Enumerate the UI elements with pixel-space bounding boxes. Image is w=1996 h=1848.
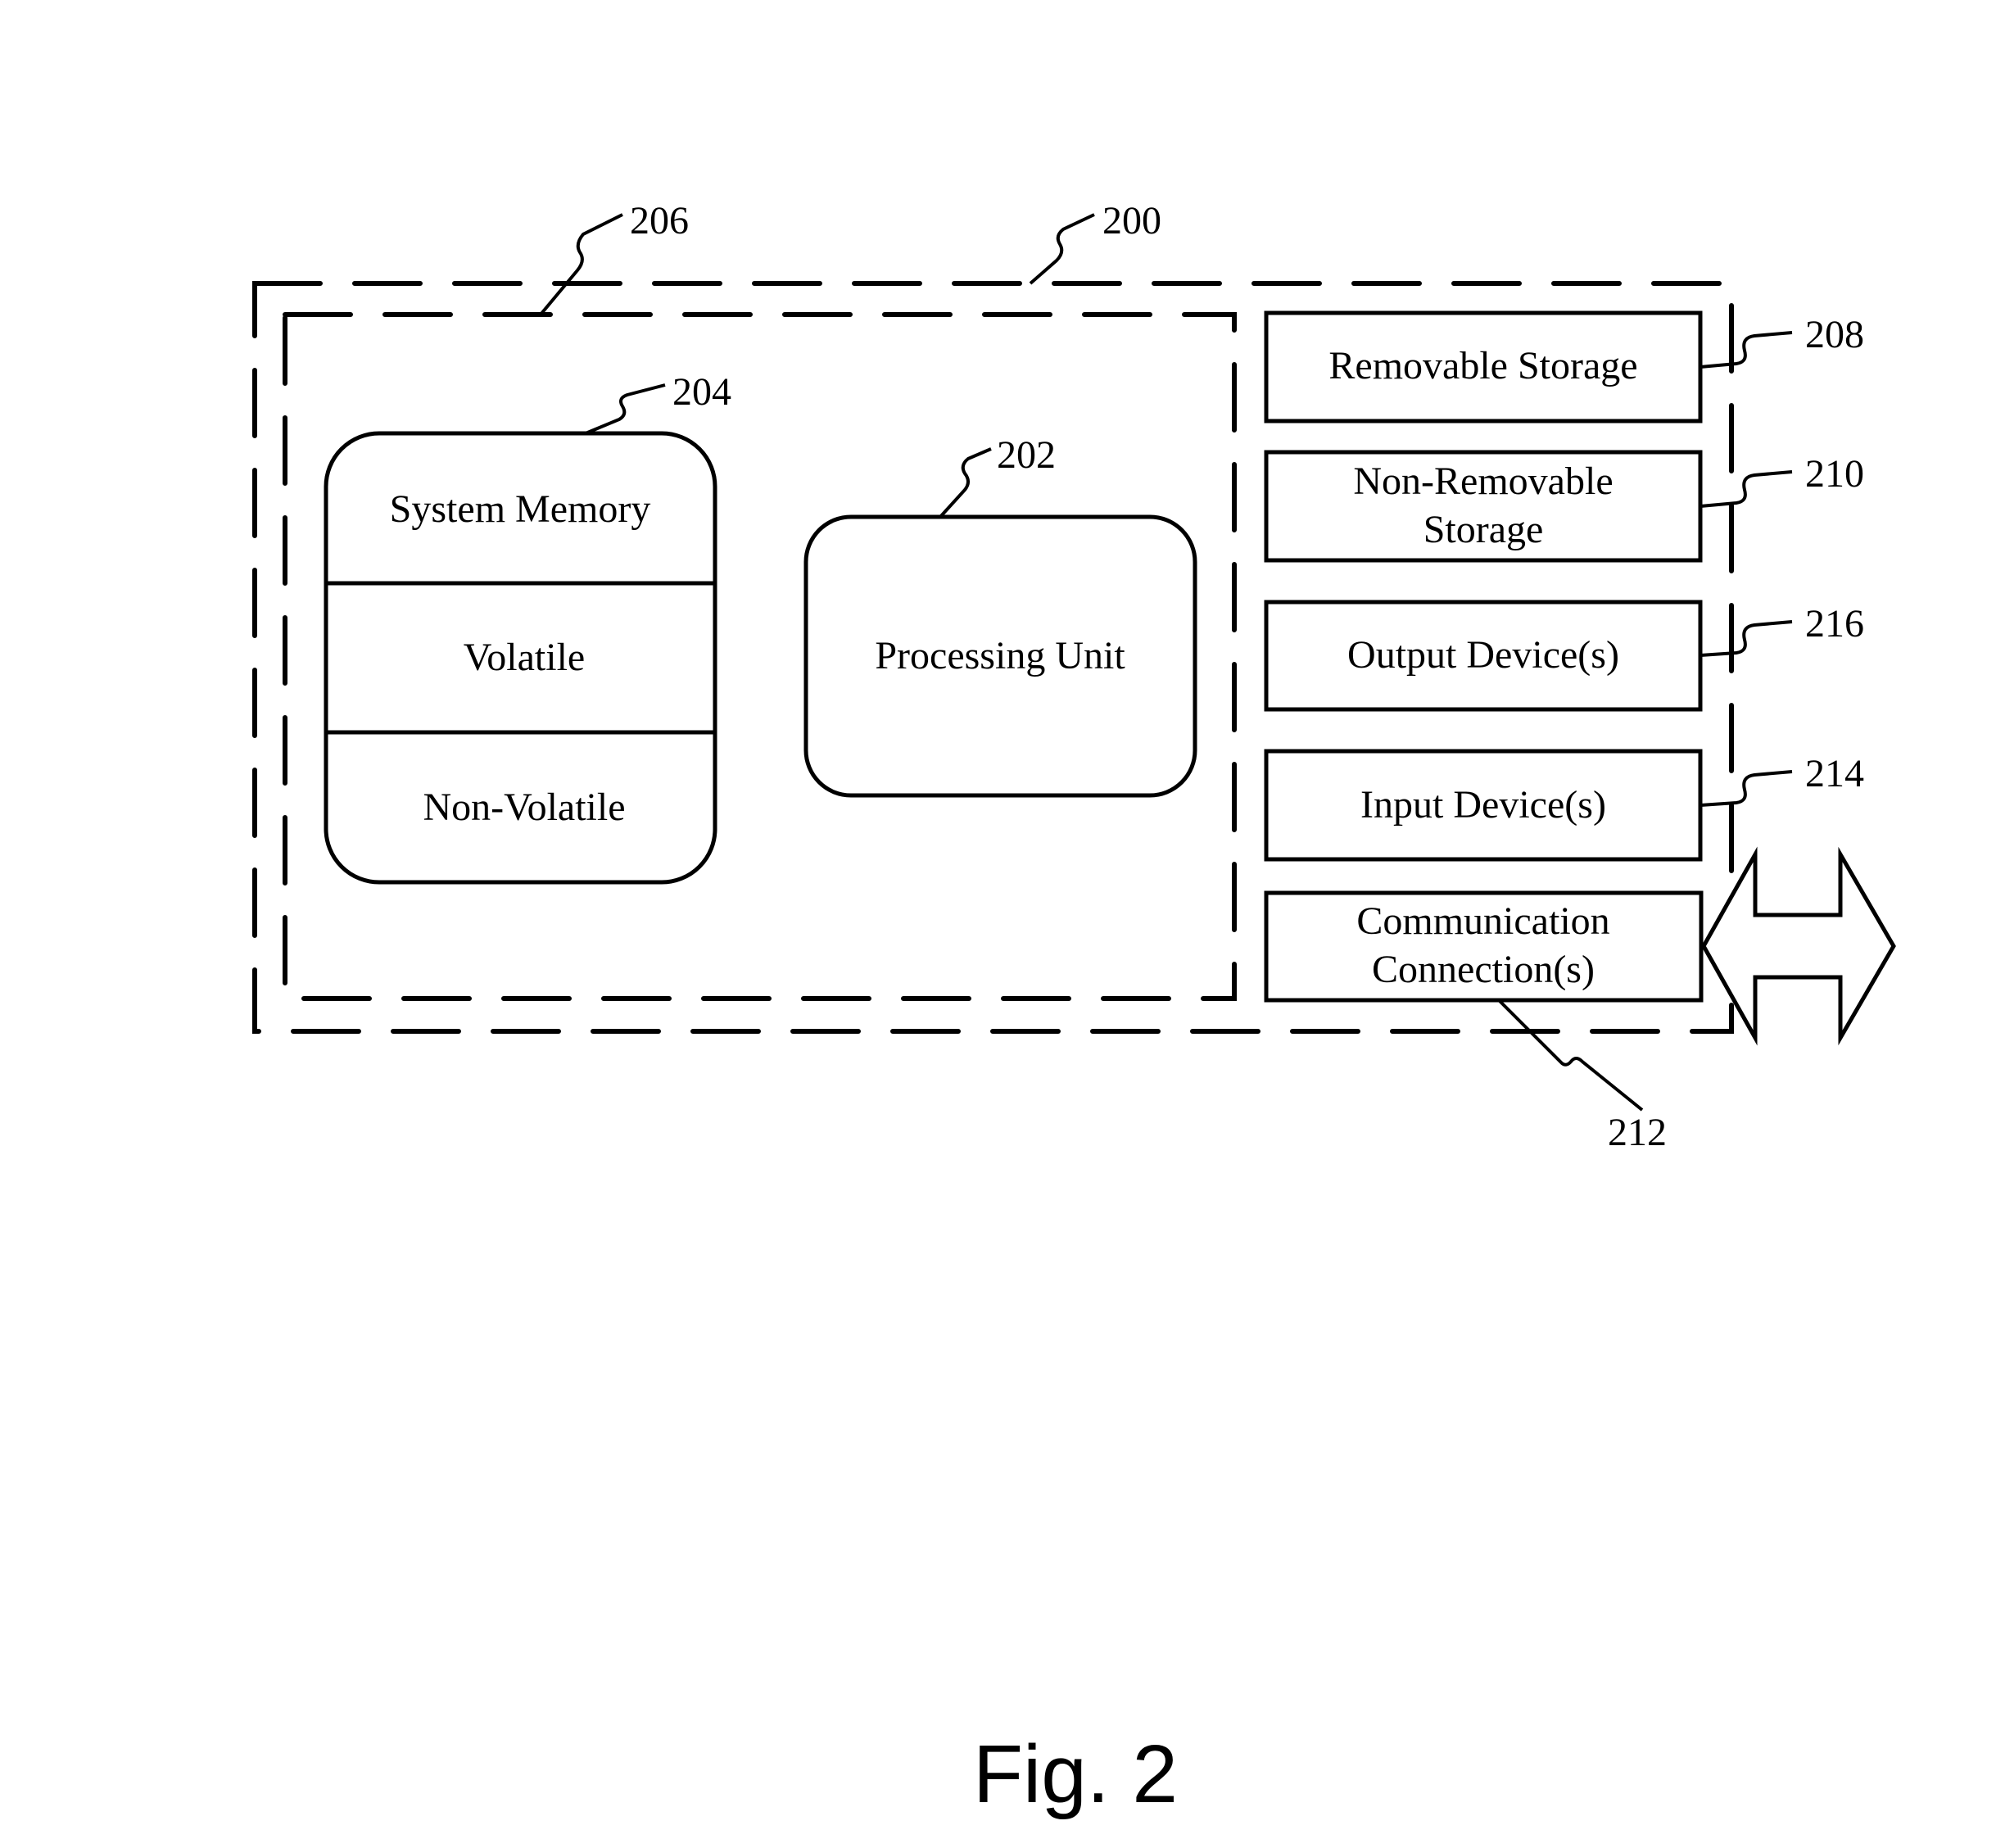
- communication-connections-label-line1: Communication: [1356, 899, 1609, 943]
- figure-caption: Fig. 2: [973, 1728, 1178, 1820]
- leader-200: [1029, 213, 1095, 285]
- communication-connections-label-line2: Connection(s): [1372, 948, 1595, 991]
- processing-unit-block[interactable]: Processing Unit: [803, 514, 1197, 798]
- leader-206: [539, 213, 623, 316]
- leader-212: [1497, 999, 1644, 1112]
- leader-202: [939, 447, 992, 519]
- ref-numeral-204: 204: [672, 370, 731, 414]
- leader-208: [1700, 331, 1793, 369]
- ref-numeral-216: 216: [1805, 602, 1864, 645]
- diagram-canvas: System Memory Volatile Non-Volatile Proc…: [252, 199, 1896, 1820]
- output-devices-block[interactable]: Output Device(s): [1264, 600, 1703, 712]
- ref-numeral-200: 200: [1102, 199, 1161, 242]
- volatile-memory-label: Volatile: [464, 636, 585, 679]
- ref-numeral-210: 210: [1805, 452, 1864, 496]
- removable-storage-block[interactable]: Removable Storage: [1264, 310, 1703, 424]
- processing-unit-label: Processing Unit: [875, 634, 1125, 677]
- leader-210: [1700, 470, 1793, 508]
- input-devices-label: Input Device(s): [1360, 783, 1606, 827]
- ref-numeral-202: 202: [997, 433, 1056, 477]
- leader-214: [1700, 770, 1793, 807]
- ref-numeral-208: 208: [1805, 313, 1864, 356]
- non-removable-storage-block[interactable]: Non-Removable Storage: [1264, 450, 1703, 563]
- ref-numeral-206: 206: [630, 199, 689, 242]
- non-removable-storage-label-line1: Non-Removable: [1353, 460, 1613, 503]
- ref-numeral-214: 214: [1805, 752, 1864, 795]
- communication-connections-block[interactable]: Communication Connection(s): [1264, 890, 1704, 1003]
- non-volatile-memory-label: Non-Volatile: [423, 786, 625, 829]
- leader-216: [1700, 620, 1793, 657]
- ref-numeral-212: 212: [1608, 1111, 1667, 1154]
- leader-204: [585, 383, 666, 435]
- input-devices-block[interactable]: Input Device(s): [1264, 749, 1703, 862]
- removable-storage-label: Removable Storage: [1328, 344, 1637, 387]
- system-memory-label: System Memory: [390, 487, 651, 531]
- non-removable-storage-label-line2: Storage: [1423, 508, 1544, 551]
- system-memory-block[interactable]: System Memory Volatile Non-Volatile: [324, 431, 717, 885]
- output-devices-label: Output Device(s): [1347, 633, 1619, 677]
